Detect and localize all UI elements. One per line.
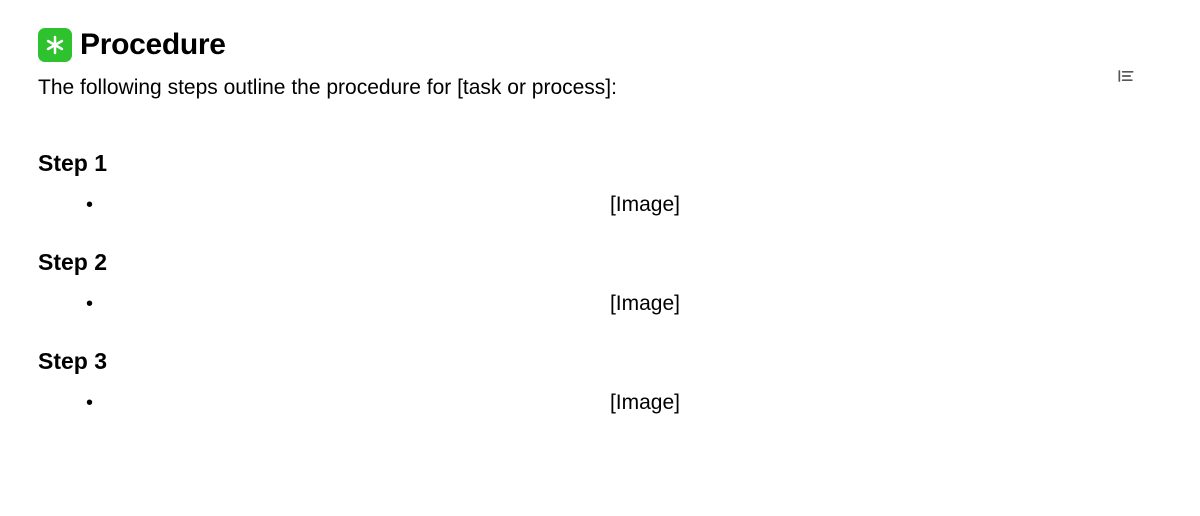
image-placeholder: [Image] (128, 290, 1162, 318)
bullet-marker: • (38, 389, 128, 417)
page-header: Procedure (38, 28, 1162, 62)
step-row: • [Image] (38, 191, 1162, 219)
image-placeholder: [Image] (128, 389, 1162, 417)
image-placeholder: [Image] (128, 191, 1162, 219)
outline-toggle-button[interactable] (1112, 62, 1140, 90)
bullet-marker: • (38, 191, 128, 219)
step-heading: Step 3 (38, 348, 1162, 375)
step-block: Step 1 • [Image] (38, 150, 1162, 219)
step-row: • [Image] (38, 290, 1162, 318)
intro-text: The following steps outline the procedur… (38, 76, 1162, 100)
step-row: • [Image] (38, 389, 1162, 417)
asterisk-square-icon (38, 28, 72, 62)
step-block: Step 3 • [Image] (38, 348, 1162, 417)
page-title: Procedure (80, 28, 226, 62)
bullet-marker: • (38, 290, 128, 318)
step-block: Step 2 • [Image] (38, 249, 1162, 318)
outline-toggle-icon (1116, 66, 1136, 86)
step-heading: Step 1 (38, 150, 1162, 177)
step-heading: Step 2 (38, 249, 1162, 276)
